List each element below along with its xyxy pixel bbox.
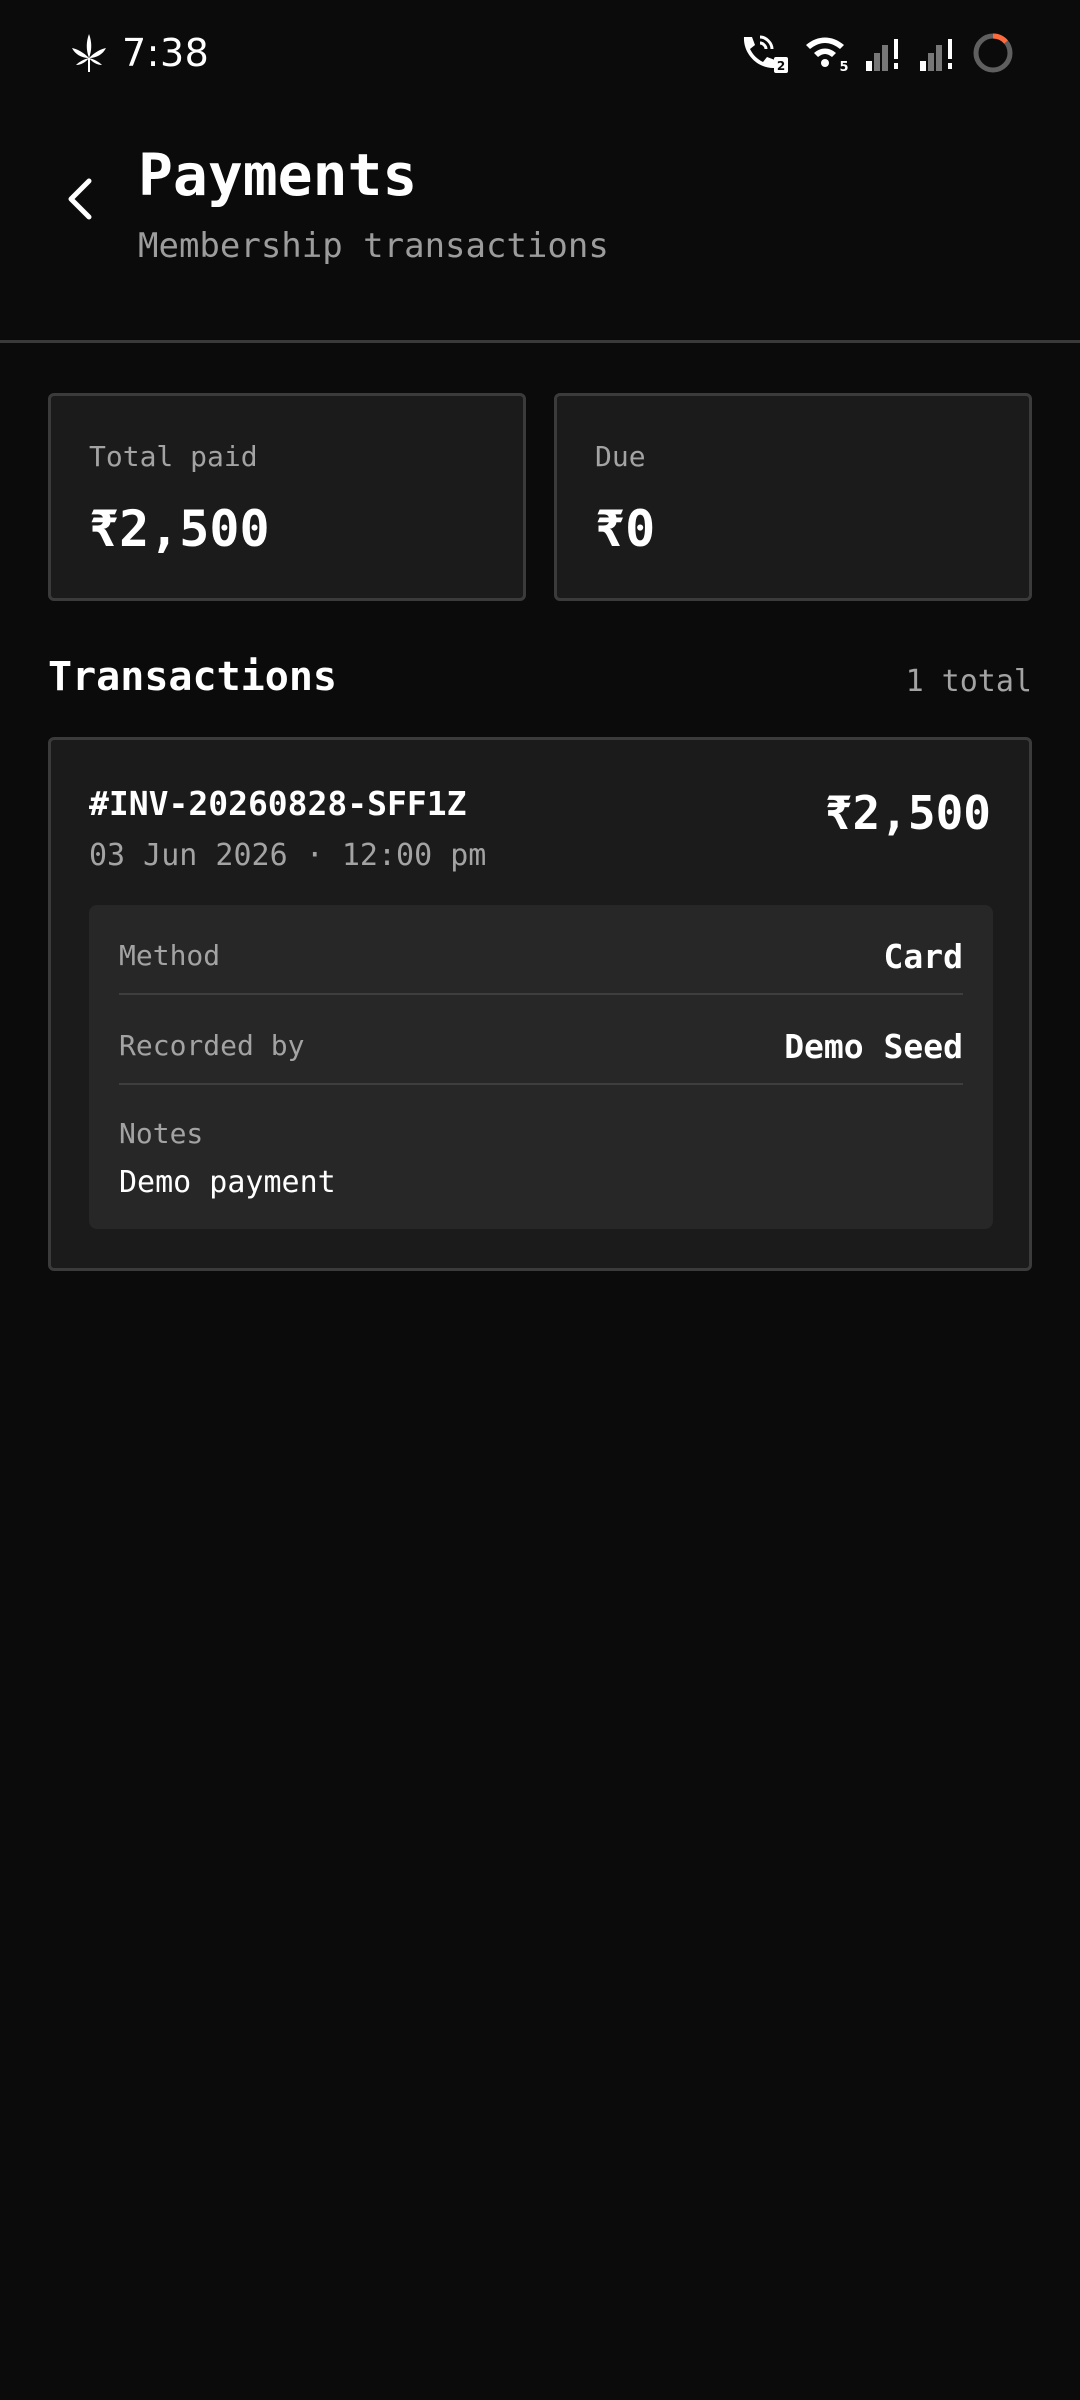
total-paid-label: Total paid: [89, 440, 258, 473]
recorded-by-label: Recorded by: [119, 1029, 305, 1062]
status-bar: 7:38 2 5: [0, 0, 1080, 106]
status-icons: 2 5: [738, 28, 1014, 78]
transactions-count: 1 total: [905, 664, 1032, 699]
recorded-by-row: Recorded by Demo Seed: [119, 995, 963, 1085]
transaction-card[interactable]: #INV-20260828-SFF1Z 03 Jun 2026 · 12:00 …: [48, 737, 1032, 1271]
invoice-id: #INV-20260828-SFF1Z: [89, 784, 467, 823]
signal-icon: [866, 39, 898, 71]
method-row: Method Card: [119, 905, 963, 995]
status-time: 7:38: [122, 31, 210, 75]
wifi-call-icon: 2: [743, 35, 788, 73]
transactions-title: Transactions: [48, 654, 337, 700]
page-title: Payments: [138, 141, 418, 209]
transaction-date: 03 Jun 2026 · 12:00 pm: [89, 838, 487, 873]
back-button[interactable]: [50, 170, 108, 228]
chevron-left-icon: [68, 178, 92, 220]
wifi-icon: 5: [806, 37, 849, 73]
page-header: Payments Membership transactions: [0, 106, 1080, 343]
method-value: Card: [883, 937, 963, 976]
total-paid-value: ₹2,500: [89, 500, 270, 558]
battery-ring-icon: [973, 33, 1013, 73]
method-label: Method: [119, 939, 221, 972]
recorded-by-value: Demo Seed: [784, 1027, 963, 1066]
notes-label: Notes: [119, 1117, 204, 1150]
due-card: Due ₹0: [554, 393, 1032, 601]
transaction-details: Method Card Recorded by Demo Seed Notes …: [89, 905, 993, 1229]
signal-icon: [920, 39, 952, 71]
call-badge: 2: [777, 59, 785, 73]
leaf-icon: [72, 34, 106, 72]
notes-value: Demo payment: [119, 1165, 336, 1200]
due-label: Due: [595, 440, 646, 473]
transaction-amount: ₹2,500: [824, 786, 991, 840]
page-subtitle: Membership transactions: [138, 226, 609, 266]
due-value: ₹0: [595, 500, 656, 558]
status-left: 7:38: [70, 28, 209, 78]
total-paid-card: Total paid ₹2,500: [48, 393, 526, 601]
wifi-badge: 5: [839, 60, 848, 73]
